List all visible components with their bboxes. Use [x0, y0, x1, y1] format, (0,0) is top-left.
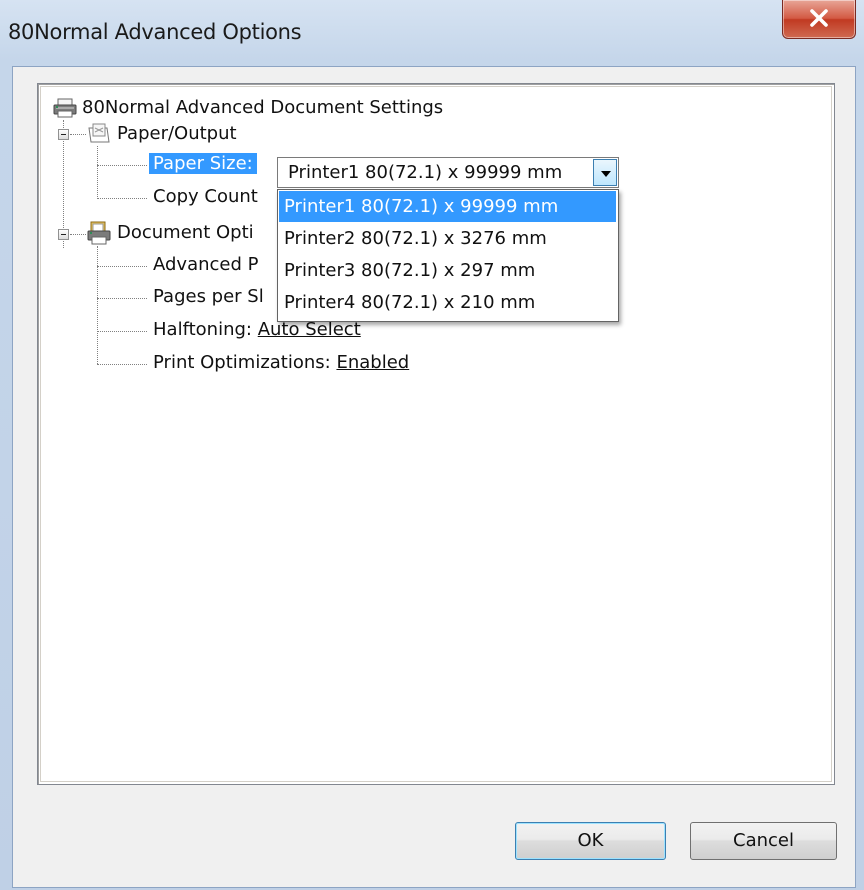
tree-line [97, 364, 147, 365]
halftoning-value[interactable]: Auto Select [258, 319, 361, 340]
print-optimizations-item[interactable]: Print Optimizations: Enabled [153, 350, 409, 376]
printer-icon [53, 97, 77, 123]
paper-size-option[interactable]: Printer2 80(72.1) x 3276 mm [279, 223, 616, 254]
document-options-icon [87, 221, 113, 249]
dropdown-arrow-icon [601, 171, 611, 177]
collapse-paper-output[interactable] [58, 129, 69, 140]
tree-line [97, 198, 147, 199]
tree-line [70, 134, 86, 135]
advanced-options-window: 80Normal Advanced Options 80Normal Advan… [0, 0, 864, 890]
copy-count-label[interactable]: Copy Count [153, 184, 258, 210]
title-bar: 80Normal Advanced Options [0, 0, 864, 66]
close-button[interactable] [782, 0, 856, 39]
tree-paper-output-label[interactable]: Paper/Output [117, 121, 237, 147]
advanced-printing-label[interactable]: Advanced P [153, 252, 259, 278]
ok-button[interactable]: OK [515, 822, 666, 860]
paper-size-label[interactable]: Paper Size: [149, 151, 257, 177]
print-optimizations-label: Print Optimizations: [153, 352, 331, 373]
dialog-client-area: 80Normal Advanced Document Settings Pape… [12, 66, 856, 888]
pages-per-sheet-label[interactable]: Pages per Sl [153, 284, 264, 310]
combobox-dropdown-button[interactable] [593, 159, 617, 186]
tree-line [97, 146, 98, 199]
tree-line [97, 298, 147, 299]
tree-line [97, 165, 147, 166]
paper-size-selected-value: Printer1 80(72.1) x 99999 mm [288, 162, 563, 183]
paper-size-option[interactable]: Printer3 80(72.1) x 297 mm [279, 255, 616, 286]
tree-root-label[interactable]: 80Normal Advanced Document Settings [82, 95, 443, 121]
paper-size-combobox[interactable]: Printer1 80(72.1) x 99999 mm [277, 157, 619, 188]
tree-document-options-label[interactable]: Document Opti [117, 220, 254, 246]
paper-size-label-text[interactable]: Paper Size: [149, 153, 257, 174]
tree-line [97, 246, 98, 364]
print-optimizations-value[interactable]: Enabled [336, 352, 409, 373]
halftoning-label: Halftoning: [153, 319, 252, 340]
paper-size-option[interactable]: Printer4 80(72.1) x 210 mm [279, 287, 616, 318]
cancel-button[interactable]: Cancel [690, 822, 837, 860]
tree-line [70, 234, 86, 235]
paper-size-dropdown-list[interactable]: Printer1 80(72.1) x 99999 mm Printer2 80… [277, 189, 619, 322]
collapse-document-options[interactable] [58, 229, 69, 240]
window-title: 80Normal Advanced Options [8, 20, 302, 44]
paper-size-option[interactable]: Printer1 80(72.1) x 99999 mm [279, 191, 616, 222]
close-icon [810, 9, 828, 27]
tree-line [97, 331, 147, 332]
tree-line [97, 266, 147, 267]
paper-icon [87, 122, 111, 148]
